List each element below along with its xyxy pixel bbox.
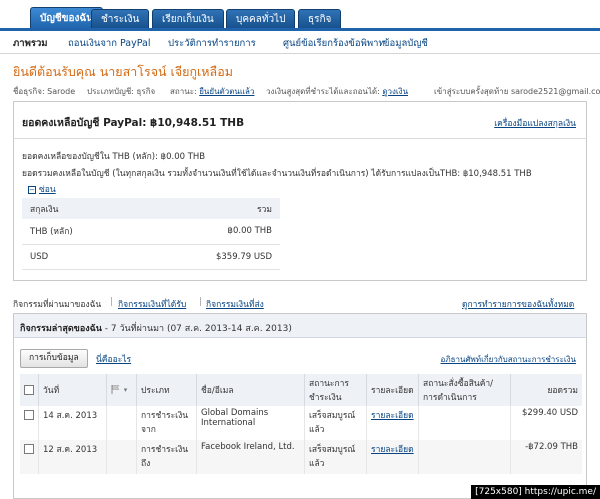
row-checkbox[interactable] bbox=[24, 410, 34, 420]
flag-cell bbox=[106, 406, 137, 440]
activity-title-bar: กิจกรรมล่าสุดของฉัน - 7 วันที่ผ่านมา (07… bbox=[14, 314, 586, 338]
activity-title-bold: กิจกรรมล่าสุดของฉัน bbox=[20, 324, 102, 334]
collapse-icon: − bbox=[28, 185, 36, 194]
limit-info: วงเงินสูงสุดที่ชำระได้และถอนได้: ดูวงเงิ… bbox=[266, 85, 408, 98]
subnav-history[interactable]: ประวัติการทำรายการ bbox=[168, 36, 256, 51]
select-all-checkbox[interactable] bbox=[24, 384, 34, 395]
account-status: สถานะ: ยืนยันตัวตนแล้ว bbox=[170, 85, 254, 98]
status-verified-link[interactable]: ยืนยันตัวตนแล้ว bbox=[199, 87, 254, 96]
flag-cell bbox=[106, 440, 137, 474]
divider bbox=[14, 138, 586, 139]
name-cell: Facebook Ireland, Ltd. bbox=[196, 440, 305, 474]
sub-navigation: ภาพรวม ถอนเงินจาก PayPal ประวัติการทำราย… bbox=[0, 28, 600, 54]
type-cell: การชำระเงิน ถึง bbox=[136, 440, 197, 474]
welcome-heading: ยินดีต้อนรับคุณ นายสาโรจน์ เจียกูเหลือม bbox=[13, 64, 233, 79]
flag-icon bbox=[111, 385, 120, 394]
type-column-header: ประเภท bbox=[136, 374, 197, 406]
order-status-cell bbox=[418, 406, 511, 440]
subnav-overview[interactable]: ภาพรวม bbox=[13, 36, 48, 51]
subnav-withdraw[interactable]: ถอนเงินจาก PayPal bbox=[68, 36, 151, 51]
hide-toggle[interactable]: − ซ่อน bbox=[28, 182, 56, 196]
amount-cell: $299.40 USD bbox=[521, 408, 578, 418]
table-row: USD $359.79 USD bbox=[22, 244, 280, 270]
sent-activity-link[interactable]: กิจกรรมเงินที่ส่ง bbox=[206, 297, 264, 311]
recent-activity-panel: กิจกรรมล่าสุดของฉัน - 7 วันที่ผ่านมา (07… bbox=[13, 313, 587, 499]
tab-personal[interactable]: บุคคลทั่วไป bbox=[226, 9, 296, 29]
amount-cell: -฿72.09 THB bbox=[510, 440, 582, 474]
currency-cell: USD bbox=[22, 244, 138, 270]
details-cell: รายละเอียด bbox=[366, 406, 419, 440]
hide-link[interactable]: ซ่อน bbox=[39, 185, 56, 195]
tab-request-money[interactable]: เรียกเก็บเงิน bbox=[152, 9, 224, 29]
name-cell: Global Domains International bbox=[196, 406, 305, 440]
currency-column-header: สกุลเงิน bbox=[22, 198, 138, 219]
account-type: ประเภทบัญชี: ธุรกิจ bbox=[87, 87, 156, 96]
activity-nav-label: กิจกรรมที่ผ่านมาของฉัน bbox=[13, 300, 102, 310]
details-link[interactable]: รายละเอียด bbox=[371, 445, 414, 455]
image-host-watermark: [725x580] https://upic.me/ bbox=[471, 485, 600, 499]
limit-label: วงเงินสูงสุดที่ชำระได้และถอนได้: bbox=[266, 87, 380, 96]
activity-nav-sep: | bbox=[110, 297, 113, 307]
table-row: 14 ส.ค. 2013 การชำระเงิน จาก Global Doma… bbox=[20, 406, 582, 440]
activity-table: วันที่ ▾ ประเภท ชื่อ/อีเมล สถานะการชำระเ… bbox=[20, 374, 582, 474]
tab-pay[interactable]: ชำระเงิน bbox=[91, 9, 150, 29]
status-label: สถานะ: bbox=[170, 87, 197, 96]
row-select-cell bbox=[20, 440, 39, 474]
archive-button[interactable]: การเก็บข้อมูล bbox=[20, 349, 88, 368]
order-status-column-header: สถานะสั่งซื้อสินค้า/การดำเนินการ bbox=[418, 374, 511, 406]
table-row: THB (หลัก) ฿0.00 THB bbox=[22, 219, 280, 245]
total-cell: ฿0.00 THB bbox=[137, 219, 280, 245]
payment-status-glossary-link[interactable]: อภิธานศัพท์เกี่ยวกับสถานะการชำระเงิน bbox=[441, 353, 576, 366]
status-column-header: สถานะการชำระเงิน bbox=[304, 374, 367, 406]
details-column-header: รายละเอียด bbox=[366, 374, 419, 406]
primary-balance-line: ยอดคงเหลือของบัญชีใน THB (หลัก): ฿0.00 T… bbox=[22, 152, 206, 162]
flag-column-header[interactable]: ▾ bbox=[106, 374, 137, 406]
business-name: ชื่อธุรกิจ: Sarode bbox=[13, 87, 76, 96]
view-all-transactions-link[interactable]: ดูการทำรายการของฉันทั้งหมด bbox=[462, 297, 574, 311]
subnav-resolution-center[interactable]: ศูนย์ข้อเรียกร้องข้อพิพาท bbox=[283, 36, 385, 51]
currency-cell: THB (หลัก) bbox=[22, 219, 138, 245]
received-activity-link[interactable]: กิจกรรมเงินที่ได้รับ bbox=[118, 297, 186, 311]
total-column-header: รวม bbox=[137, 198, 280, 219]
currency-table: สกุลเงิน รวม THB (หลัก) ฿0.00 THB USD $3… bbox=[22, 198, 280, 270]
balance-panel: ยอดคงเหลือบัญชี PayPal: ฿10,948.51 THB เ… bbox=[13, 101, 587, 281]
date-cell: 14 ส.ค. 2013 bbox=[38, 406, 107, 440]
balance-heading: ยอดคงเหลือบัญชี PayPal: ฿10,948.51 THB bbox=[22, 117, 245, 129]
name-column-header: ชื่อ/อีเมล bbox=[196, 374, 305, 406]
type-cell: การชำระเงิน จาก bbox=[136, 406, 197, 440]
activity-title: กิจกรรมล่าสุดของฉัน - 7 วันที่ผ่านมา (07… bbox=[20, 321, 292, 335]
currency-converter-link[interactable]: เครื่องมือแปลงสกุลเงิน bbox=[494, 116, 576, 130]
whats-this-link[interactable]: นี่คืออะไร bbox=[96, 352, 131, 366]
details-link[interactable]: รายละเอียด bbox=[371, 411, 414, 421]
select-all-header bbox=[20, 374, 39, 406]
total-cell: $359.79 USD bbox=[137, 244, 280, 270]
tab-business[interactable]: ธุรกิจ bbox=[298, 9, 342, 29]
subnav-profile[interactable]: ข้อมูลบัญชี bbox=[383, 36, 428, 51]
details-cell: รายละเอียด bbox=[366, 440, 419, 474]
view-limits-link[interactable]: ดูวงเงิน bbox=[382, 87, 408, 96]
row-select-cell bbox=[20, 406, 39, 440]
date-column-header[interactable]: วันที่ bbox=[38, 374, 107, 406]
activity-nav-sep: | bbox=[199, 297, 202, 307]
table-row: 12 ส.ค. 2013 การชำระเงิน ถึง Facebook Ir… bbox=[20, 440, 582, 474]
amount-column-header: ยอดรวม bbox=[510, 374, 582, 406]
main-tab-bar: บัญชีของฉัน ชำระเงิน เรียกเก็บเงิน บุคคล… bbox=[0, 0, 600, 29]
order-status-cell bbox=[418, 440, 511, 474]
status-cell: เสร็จสมบูรณ์แล้ว bbox=[304, 440, 367, 474]
date-cell: 12 ส.ค. 2013 bbox=[38, 440, 107, 474]
activity-title-range: - 7 วันที่ผ่านมา (07 ส.ค. 2013-14 ส.ค. 2… bbox=[101, 324, 292, 334]
chevron-down-icon: ▾ bbox=[123, 386, 128, 394]
status-cell: เสร็จสมบูรณ์แล้ว bbox=[304, 406, 367, 440]
total-balance-line: ยอดรวมคงเหลือในบัญชี (ในทุกสกุลเงิน รวมท… bbox=[22, 169, 532, 179]
last-login: เข้าสู่ระบบครั้งสุดท้าย sarode2521@gmail… bbox=[434, 87, 600, 96]
row-checkbox[interactable] bbox=[24, 444, 34, 454]
